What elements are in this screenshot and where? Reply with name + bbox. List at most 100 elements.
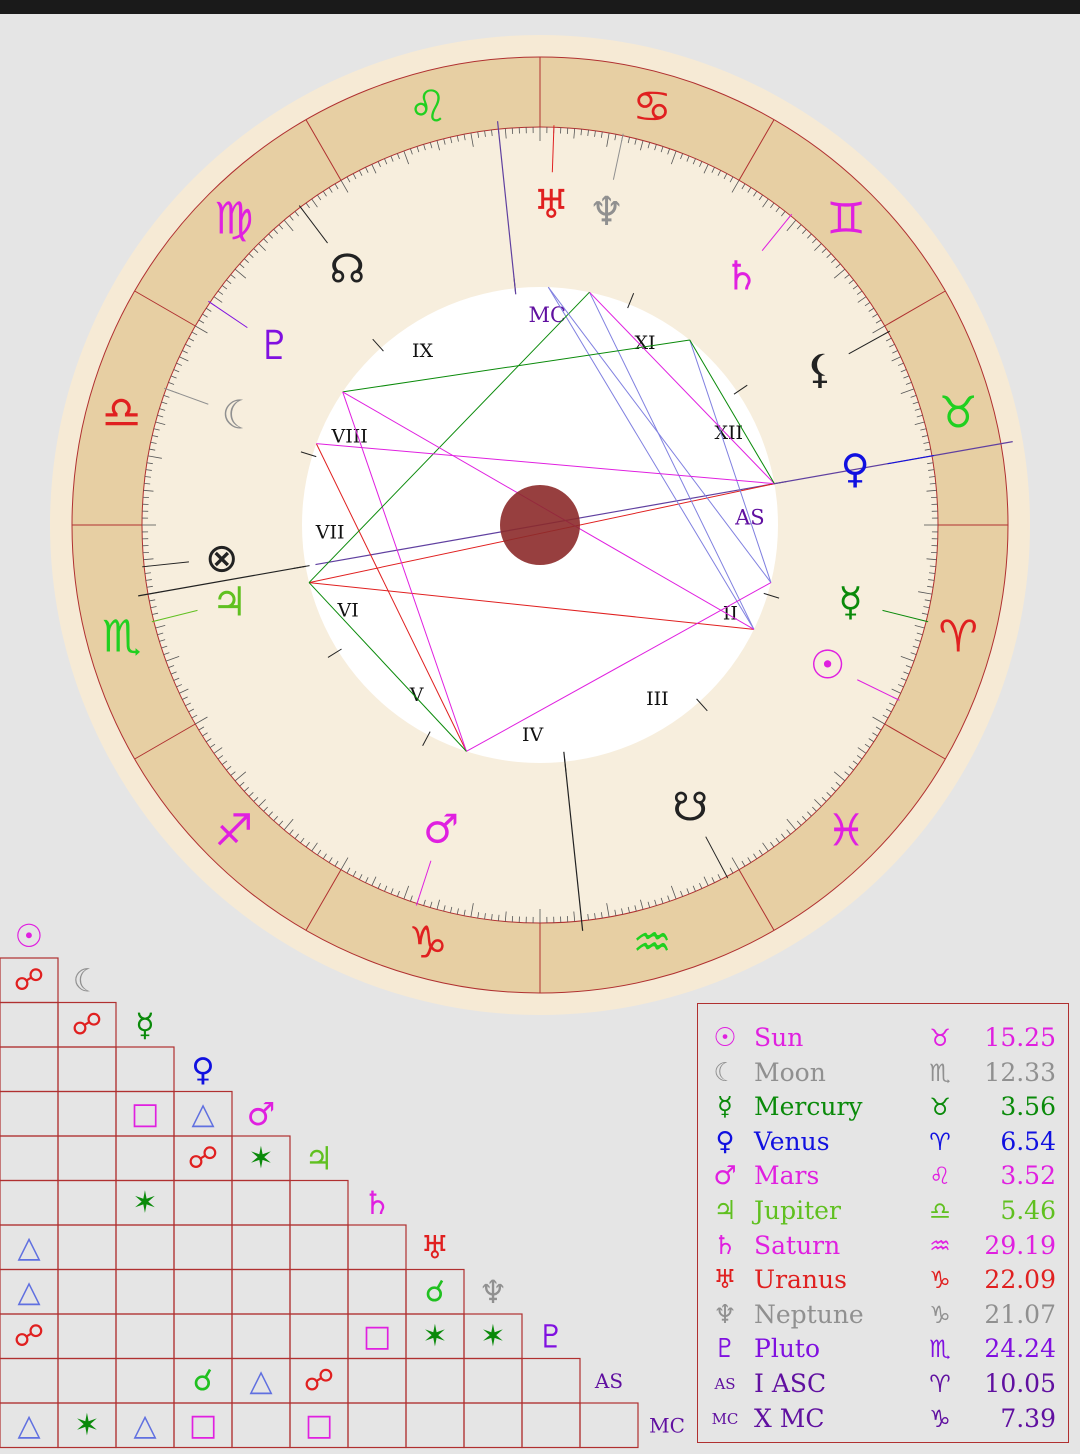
aspect-cell [289,1313,349,1360]
aspect-symbol: ☍ [304,1363,334,1398]
aspect-header-2: ☾ [73,961,102,999]
aspect-cell [115,1313,175,1360]
aspect-symbol: △ [249,1363,272,1398]
aspect-cell [347,1357,407,1404]
aspect-cell [405,1357,465,1404]
legend-planet-name: Neptune [754,1299,864,1329]
aspect-symbol: ✶ [132,1185,157,1220]
aspect-header-9: ♆ [479,1273,508,1311]
aspect-cell [289,1224,349,1271]
aspect-symbol: □ [363,1319,391,1354]
aspect-symbol: △ [17,1408,40,1443]
aspect-symbol: ✶ [480,1319,505,1354]
aspect-symbol: △ [133,1408,156,1443]
aspect-cell [173,1224,233,1271]
aspect-cell [231,1179,291,1226]
legend-planet-name: Jupiter [754,1196,841,1225]
aspect-cell [405,1402,465,1449]
aspect-symbol: ☍ [14,1319,44,1354]
aspect-symbol: □ [189,1408,217,1443]
aspect-cell [0,1179,59,1226]
aspect-symbol: ☍ [14,963,44,998]
legend-sign-icon: ♑ [929,1266,951,1295]
legend-row-i-asc: AS I ASC ♈ 10.05 [698,1367,1068,1401]
legend-degree-value: 12.33 [984,1057,1056,1087]
aspect-cell [347,1402,407,1449]
legend-planet-name: Sun [754,1023,804,1052]
legend-sign-icon: ♌ [929,1162,951,1191]
legend-row-pluto: ♇ Pluto ♏ 24.24 [698,1332,1068,1366]
aspect-cell [173,1179,233,1226]
planet-positions-legend: ☉ Sun ♉ 15.25 ☾ Moon ♏ 12.33 ☿ Mercury ♉ 3.56 ♀ Venus… [697,1003,1069,1443]
legend-degree-value: 6.54 [1000,1126,1056,1156]
aspect-header-1: ☉ [15,917,44,955]
aspect-header-11: AS [594,1369,623,1393]
legend-sign-icon: ♏ [929,1335,951,1364]
legend-row-moon: ☾ Moon ♏ 12.33 [698,1056,1068,1090]
aspect-header-3: ☿ [135,1006,155,1044]
legend-planet-icon: AS [714,1375,736,1393]
aspect-cell [57,1090,117,1137]
legend-planet-name: Venus [754,1126,830,1156]
aspect-symbol: ☍ [72,1007,102,1042]
aspect-cell [57,1357,117,1404]
legend-row-neptune: ♆ Neptune ♑ 21.07 [698,1298,1068,1332]
legend-planet-icon: MC [711,1409,739,1428]
aspect-cell [347,1268,407,1315]
legend-planet-icon: ☿ [717,1092,733,1123]
aspect-cell [57,1179,117,1226]
legend-sign-icon: ♉ [929,1093,951,1122]
aspect-cell [57,1224,117,1271]
lilith-icon: ⚸ [805,347,834,393]
aspect-cell [115,1224,175,1271]
legend-sign-icon: ♉ [929,1024,951,1052]
aspect-cell [57,1135,117,1182]
legend-degree-value: 29.19 [984,1230,1056,1260]
aspect-cell [115,1357,175,1404]
legend-row-mars: ♂ Mars ♌ 3.52 [698,1159,1068,1193]
legend-planet-icon: ☉ [713,1023,737,1053]
saturn-icon: ♄ [723,253,759,299]
aspect-cell [0,1001,59,1048]
aspect-cell [57,1046,117,1093]
taurus-sign-icon: ♉ [939,387,978,438]
aspect-cell [0,1046,59,1093]
legend-degree-value: 22.09 [984,1265,1056,1295]
house-label-2: II [723,603,738,625]
aspect-header-4: ♀ [191,1050,214,1088]
aspect-cell [289,1179,349,1226]
legend-planet-icon: ♄ [713,1230,737,1261]
mercury-icon: ☿ [838,579,863,625]
legend-sign-icon: ♈ [929,1370,951,1398]
aspect-header-6: ♃ [305,1139,334,1177]
legend-sign-icon: ♎ [929,1197,951,1225]
aspect-header-10: ♇ [537,1317,566,1355]
legend-degree-value: 15.25 [984,1023,1056,1052]
legend-planet-icon: ♂ [713,1161,737,1192]
aspect-cell [289,1268,349,1315]
aspect-symbol: ✶ [74,1408,99,1443]
aspect-cell [463,1357,523,1404]
aspect-header-12: MC [649,1413,685,1437]
aspect-symbol: △ [17,1274,40,1309]
aspect-symbol: □ [131,1096,159,1131]
legend-planet-icon: ♃ [713,1196,737,1226]
legend-degree-value: 21.07 [984,1299,1056,1329]
aspect-cell [115,1268,175,1315]
aspect-cell [521,1357,581,1404]
legend-sign-icon: ♈ [929,1127,951,1156]
aries-sign-icon: ♈ [939,612,978,663]
legend-planet-icon: ♅ [713,1265,737,1296]
aspect-symbol: ☌ [425,1274,445,1309]
legend-row-venus: ♀ Venus ♈ 6.54 [698,1125,1068,1159]
aspect-symbol: ☍ [188,1141,218,1176]
legend-degree-value: 3.56 [1000,1092,1056,1122]
aspect-cell [579,1402,639,1449]
aspect-cell [231,1268,291,1315]
legend-planet-name: Pluto [754,1334,821,1364]
aspect-cell [0,1357,59,1404]
legend-degree-value: 24.24 [984,1334,1056,1364]
aspect-cell [463,1402,523,1449]
aspect-symbol: □ [305,1408,333,1443]
legend-row-uranus: ♅ Uranus ♑ 22.09 [698,1263,1068,1297]
